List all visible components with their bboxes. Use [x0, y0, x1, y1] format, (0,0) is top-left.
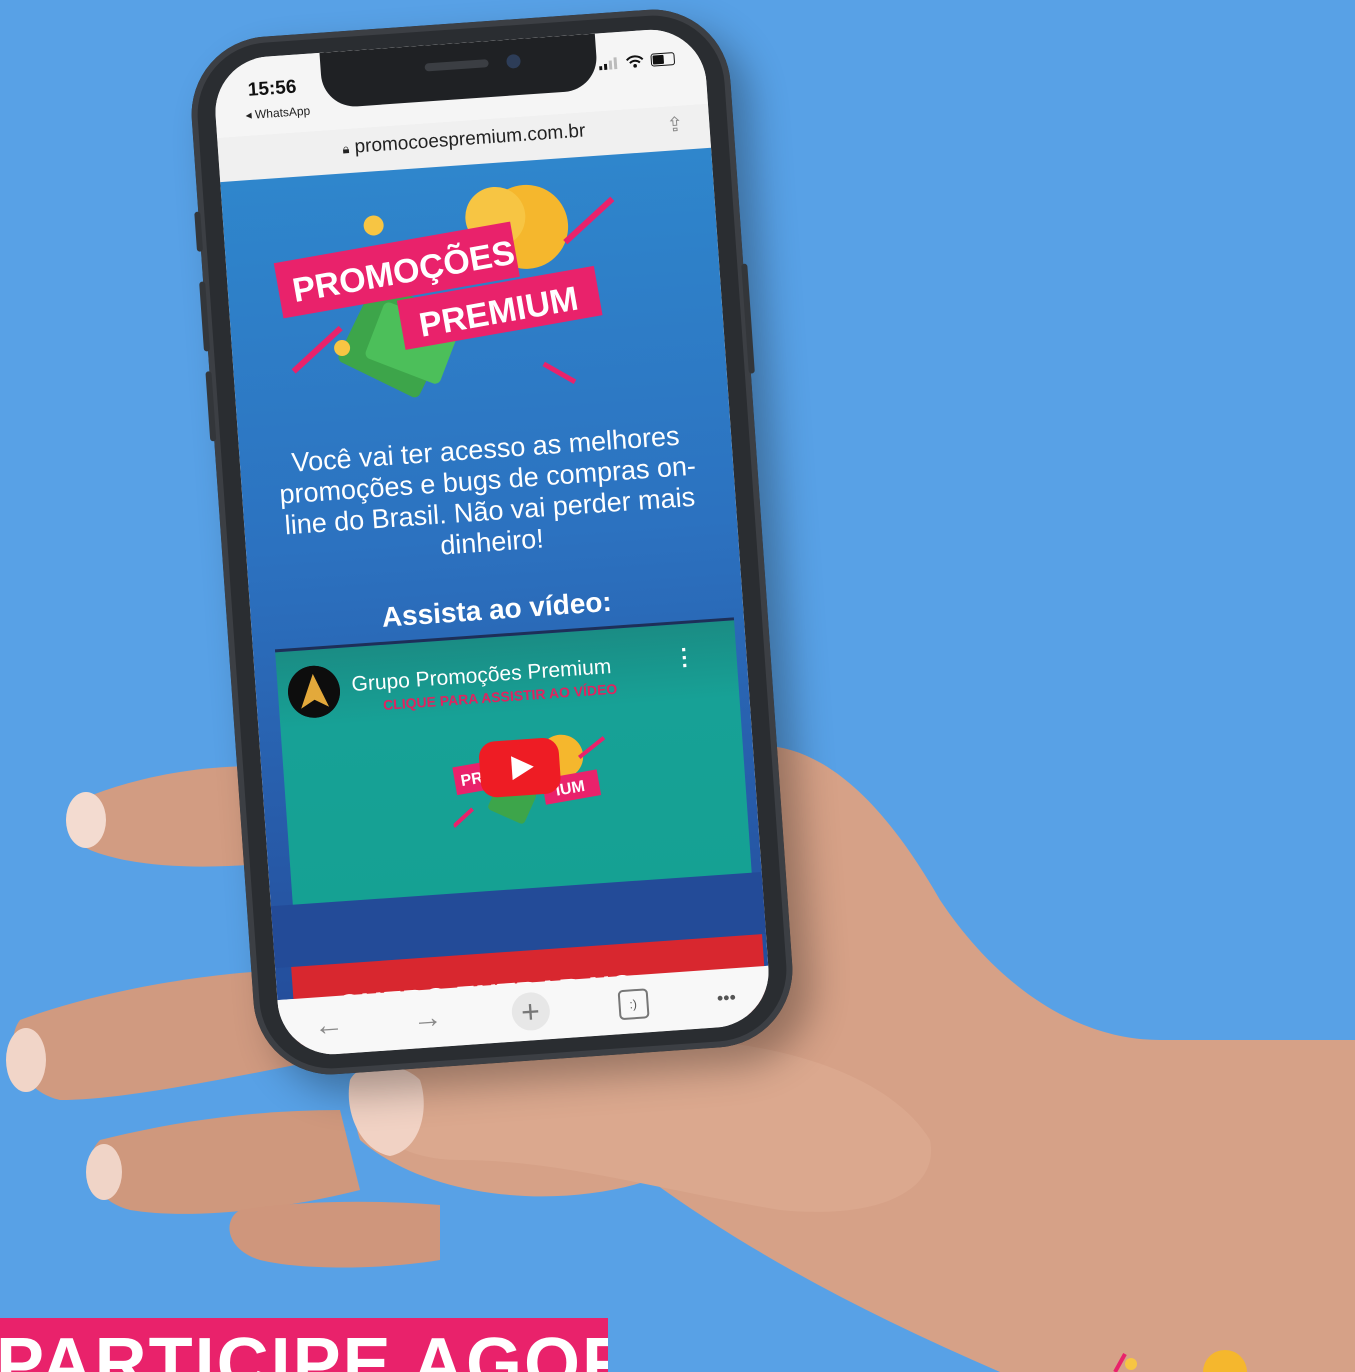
share-icon[interactable]: ⇪ — [666, 112, 684, 138]
participe-agora-banner[interactable]: PARTICIPE AGORA — [0, 1318, 608, 1372]
lock-icon: 🔒︎ — [341, 141, 350, 157]
promocoes-premium-logo: PROMOÇÕES PREMIUM — [273, 184, 615, 398]
new-tab-plus-icon[interactable]: + — [510, 991, 551, 1032]
logo-confetti — [563, 196, 615, 245]
status-icons — [598, 52, 676, 70]
more-menu-icon[interactable]: ••• — [716, 987, 736, 1009]
cellular-signal-icon — [599, 56, 618, 70]
phone-screen: 15:56 ◂ WhatsApp 🔒︎ promocoespremium.com… — [211, 26, 773, 1058]
front-camera — [506, 53, 521, 69]
finger-3 — [90, 1110, 360, 1214]
logo-confetti — [542, 361, 577, 384]
fingernail-2 — [6, 1028, 46, 1092]
page-description: Você vai ter acesso as melhores promoçõe… — [278, 420, 697, 561]
corner-coin-icon — [1125, 1358, 1137, 1370]
smartphone: 15:56 ◂ WhatsApp 🔒︎ promocoespremium.com… — [186, 4, 798, 1080]
earpiece-speaker — [424, 59, 489, 72]
participe-agora-text: PARTICIPE AGORA — [0, 1324, 608, 1372]
url-text: promocoespremium.com.br — [353, 120, 587, 158]
fingernail-1 — [66, 792, 106, 848]
corner-coin-icon — [1203, 1350, 1247, 1372]
status-time: 15:56 — [247, 76, 298, 101]
tabs-icon[interactable]: :) — [617, 988, 650, 1021]
webpage-content: PROMOÇÕES PREMIUM Você vai ter acesso as… — [220, 147, 769, 1047]
photo-scene: 15:56 ◂ WhatsApp 🔒︎ promocoespremium.com… — [0, 0, 1355, 1372]
back-to-app-link[interactable]: ◂ WhatsApp — [245, 104, 311, 122]
battery-icon — [650, 52, 676, 67]
channel-avatar-icon — [286, 664, 342, 720]
corner-logo-fragment — [1113, 1350, 1247, 1372]
corner-confetti — [1113, 1353, 1127, 1372]
wifi-icon — [625, 55, 644, 68]
play-button-icon[interactable] — [477, 736, 562, 799]
logo-coin — [363, 215, 384, 236]
back-arrow-icon[interactable]: ← — [313, 1008, 345, 1044]
finger-4 — [229, 1201, 440, 1268]
forward-arrow-icon[interactable]: → — [411, 1001, 443, 1037]
youtube-embed[interactable]: Grupo Promoções Premium CLIQUE PARA ASSI… — [274, 617, 753, 911]
fingernail-3 — [86, 1144, 122, 1200]
more-options-icon[interactable]: · · · — [680, 637, 690, 678]
